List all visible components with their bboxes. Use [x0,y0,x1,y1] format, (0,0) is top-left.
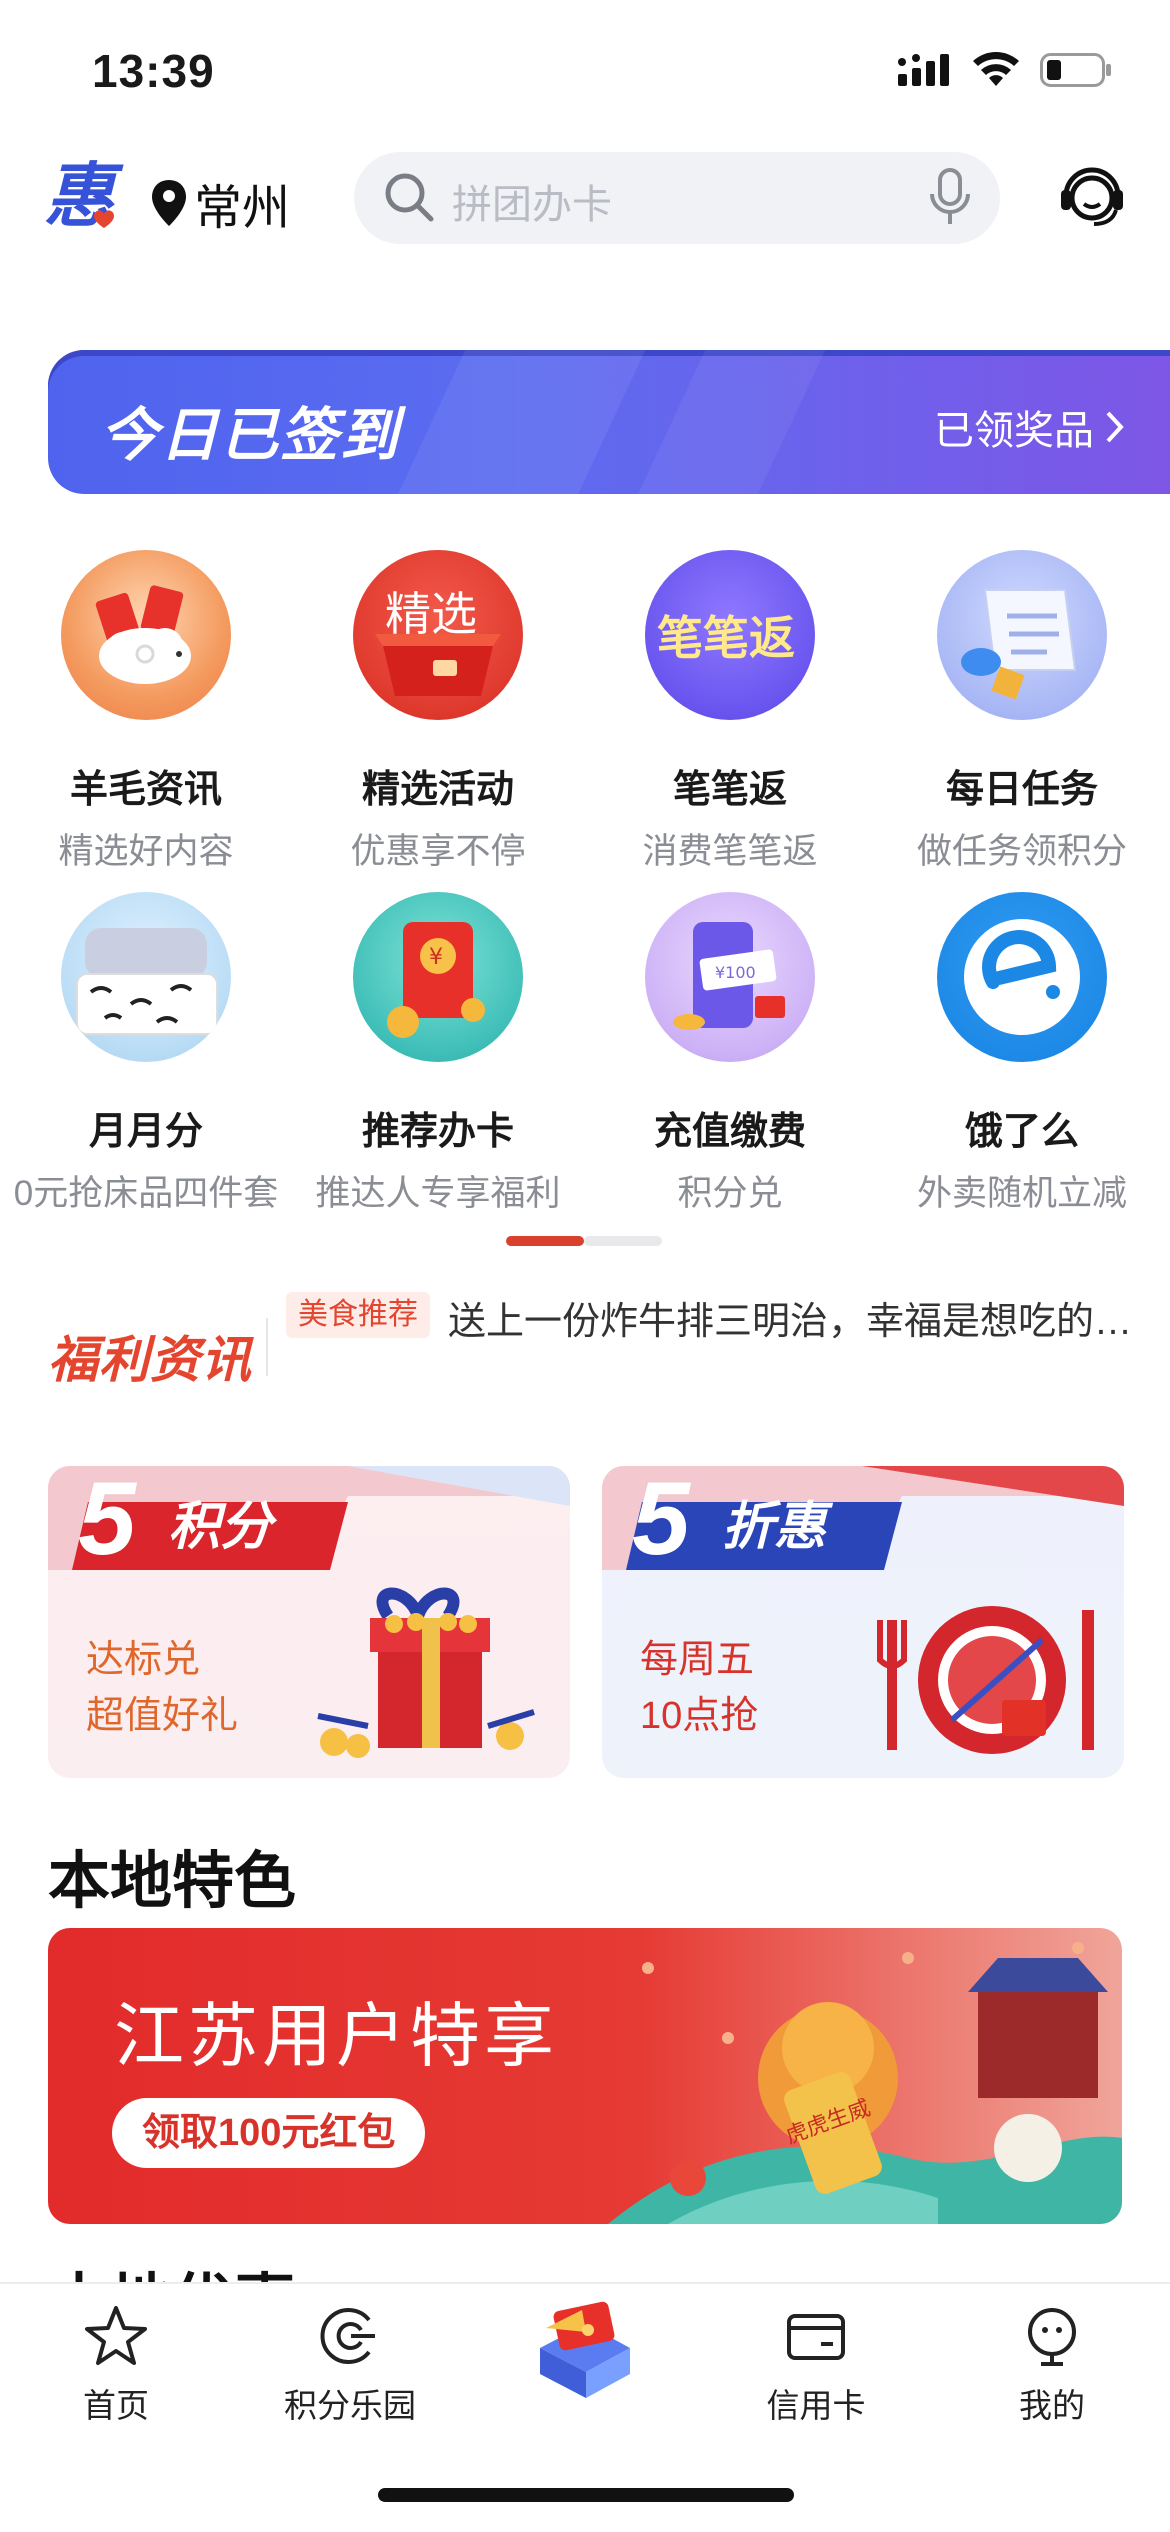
grid-subtitle: 优惠享不停 [350,832,526,871]
grid-title: 每日任务 [945,769,1098,811]
grid-item-monthly-points[interactable]: 月月分 0元抢床品四件套 [0,892,292,1216]
city-name: 常州 [194,182,291,235]
promo-number: 5 [78,1466,136,1577]
microphone-icon[interactable] [928,168,972,226]
plate-cutlery-icon [877,1606,1094,1754]
rewards-link[interactable]: 已领奖品 [934,398,1126,456]
signin-title: 今日已签到 [100,403,401,468]
profile-icon [1028,2308,1076,2366]
grid-subtitle: 做任务领积分 [916,832,1127,871]
app-logo[interactable]: 惠 [44,154,126,240]
battery-icon [1040,53,1111,87]
customer-service-icon[interactable] [1058,160,1126,230]
grid-title: 精选活动 [361,769,514,811]
grid-subtitle: 推达人专享福利 [315,1174,561,1213]
rewards-link-label: 已领奖品 [934,409,1094,453]
red-envelope-sheep-icon [61,550,231,720]
grid-title: 充值缴费 [653,1111,806,1153]
grid-title: 推荐办卡 [361,1111,514,1153]
bedding-icon [61,892,231,1062]
logo-char: 惠 [44,155,124,237]
recharge-phone-icon: ¥100 [645,892,815,1062]
promo-card-points[interactable]: 5 积分 达标兑 超值好礼 [48,1466,570,1778]
grid-title: 饿了么 [964,1111,1079,1153]
grid-icon-text: 笔笔返 [657,611,795,665]
promo-line-1: 达标兑 [86,1639,201,1681]
tab-home[interactable]: 首页 [16,2304,216,2427]
tab-credit-card[interactable]: 信用卡 [716,2304,916,2427]
status-time: 13:39 [92,45,215,97]
tab-label: 首页 [83,2387,149,2424]
credit-card-icon [787,2314,845,2360]
grid-title: 羊毛资讯 [69,769,222,811]
grid-subtitle: 精选好内容 [58,832,234,871]
grid-subtitle: 积分兑 [677,1174,783,1213]
grid-item-recharge[interactable]: ¥100 充值缴费 积分兑 [584,892,876,1216]
home-indicator [378,2488,794,2502]
promo-line-2: 10点抢 [640,1695,759,1737]
task-scroll-icon [937,550,1107,720]
grid-item-wool-news[interactable]: 羊毛资讯 精选好内容 [0,550,292,874]
promo-line-2: 超值好礼 [86,1695,239,1737]
header: 惠 常州 拼团办卡 [0,150,1170,250]
grid-item-eleme[interactable]: 饿了么 外卖随机立减 [876,892,1168,1216]
featured-gift-icon: 精选 [353,550,523,720]
status-bar: 13:39 [0,0,1170,140]
local-banner-title: 江苏用户特享 [114,1997,558,2075]
divider [266,1318,268,1376]
search-placeholder: 拼团办卡 [452,183,612,227]
promo-line-1: 每周五 [640,1639,755,1681]
tab-label: 信用卡 [766,2387,866,2424]
svg-text:¥: ¥ [429,945,443,970]
signal-icon [898,54,949,86]
grid-subtitle: 消费笔笔返 [642,832,818,871]
claim-red-packet-button[interactable]: 领取100元红包 [112,2098,426,2168]
promo-card-discount[interactable]: 5 折惠 每周五 10点抢 [602,1466,1124,1778]
welfare-news[interactable]: 福利资讯 美食推荐 送上一份炸牛排三明治，幸福是想吃的… [48,1290,1148,1390]
gift-box-icon [317,1587,535,1758]
search-bar[interactable]: 拼团办卡 [354,152,1000,244]
grid-item-daily-tasks[interactable]: 每日任务 做任务领积分 [876,550,1168,874]
grid-subtitle: 0元抢床品四件套 [13,1174,279,1213]
news-headline[interactable]: 送上一份炸牛排三明治，幸福是想吃的… [448,1290,1158,1345]
grid-icon-text: 精选 [385,587,477,641]
promo-number: 5 [632,1466,690,1577]
promo-tag: 折惠 [722,1498,827,1556]
status-icons [898,52,1112,88]
location-pin-icon [152,180,186,226]
center-wallet-icon[interactable] [526,2288,644,2406]
cashback-icon: 笔笔返 [645,550,815,720]
promo-tag: 积分 [168,1498,273,1556]
festival-illustration: 虎虎生威 [608,1942,1122,2224]
wifi-icon [973,52,1019,86]
grid-subtitle: 外卖随机立减 [916,1174,1127,1213]
tab-label: 我的 [1019,2387,1085,2424]
grid-pager [506,1236,662,1246]
section-title-local: 本地特色 [48,1847,297,1916]
signin-banner[interactable]: 今日已签到 已领奖品 [48,350,1170,494]
points-icon [320,2308,375,2364]
tab-points-park[interactable]: 积分乐园 [250,2304,450,2427]
grid-title: 月月分 [88,1111,203,1153]
svg-text:¥100: ¥100 [715,963,756,982]
grid-title: 笔笔返 [672,769,787,811]
tab-label: 积分乐园 [284,2387,416,2424]
local-banner[interactable]: 虎虎生威 江苏用户特享 领取100元红包 [48,1928,1122,2224]
news-tag: 美食推荐 [286,1292,430,1338]
search-icon [385,173,434,222]
grid-item-recommend-card[interactable]: ¥ 推荐办卡 推达人专享福利 [292,892,584,1216]
tab-mine[interactable]: 我的 [952,2304,1152,2427]
star-icon [85,2306,147,2365]
eleme-icon [937,892,1107,1062]
recommend-card-icon: ¥ [353,892,523,1062]
chevron-right-icon [1106,411,1124,443]
grid-item-cashback[interactable]: 笔笔返 笔笔返 消费笔笔返 [584,550,876,874]
pager-inactive-indicator [584,1236,662,1246]
news-brand: 福利资讯 [48,1332,252,1388]
pager-active-indicator [506,1236,584,1246]
city-selector[interactable]: 常州 [152,168,290,238]
grid-item-featured-activities[interactable]: 精选 精选活动 优惠享不停 [292,550,584,874]
